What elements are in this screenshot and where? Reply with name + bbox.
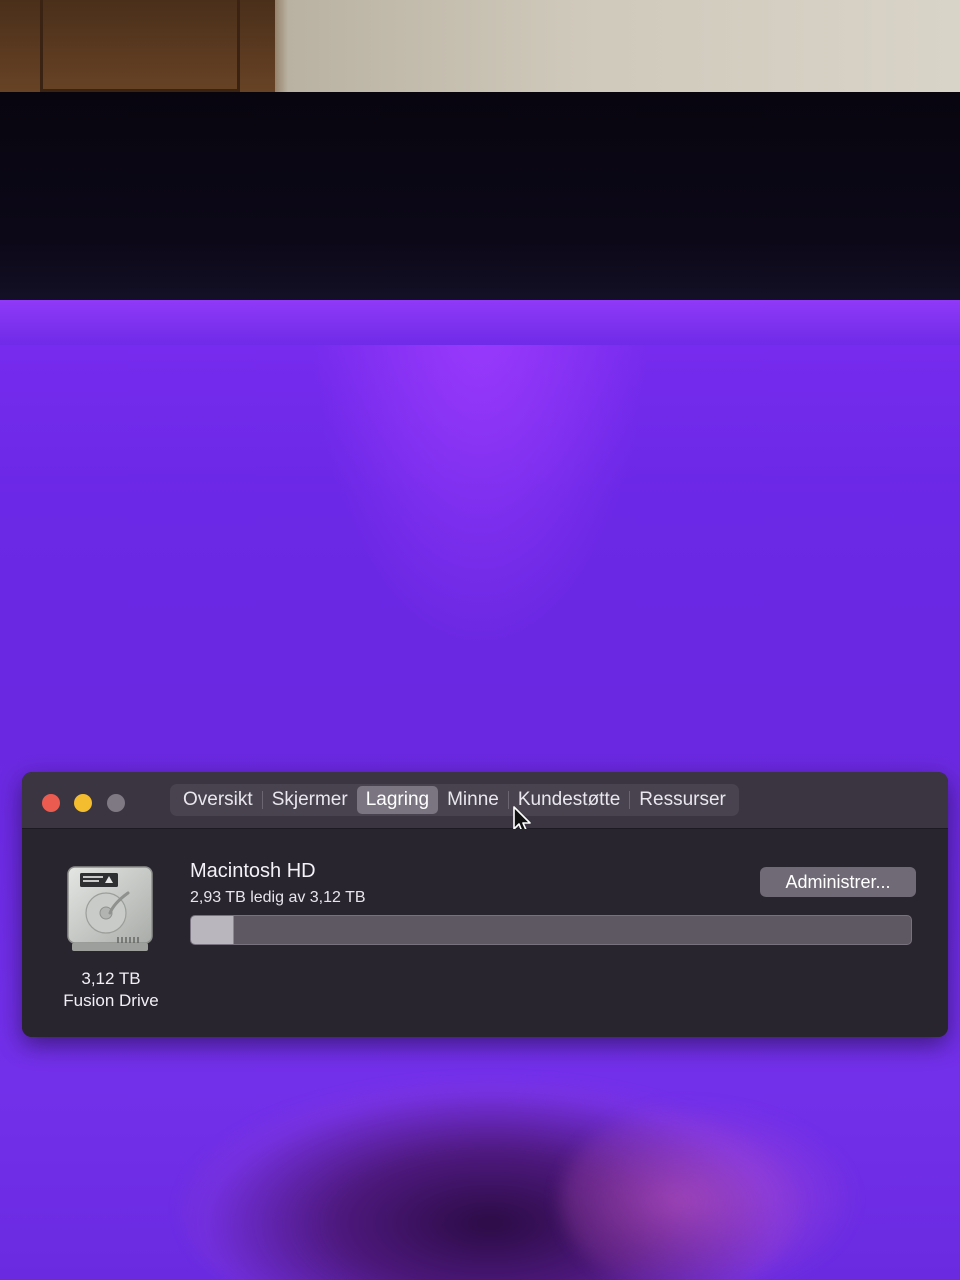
wallpaper-glow: [0, 300, 960, 345]
hard-drive-icon: [67, 866, 153, 951]
tab-oversikt[interactable]: Oversikt: [174, 786, 262, 814]
door-panel: [40, 0, 240, 92]
minimize-window-button[interactable]: [74, 794, 92, 812]
zoom-window-button[interactable]: [107, 794, 125, 812]
door: [0, 0, 275, 100]
storage-usage-bar: [190, 915, 912, 945]
storage-pane: 3,12 TB Fusion Drive Macintosh HD 2,93 T…: [22, 829, 948, 1037]
window-titlebar: Oversikt Skjermer Lagring Minne Kundestø…: [22, 772, 948, 835]
tab-bar: Oversikt Skjermer Lagring Minne Kundestø…: [170, 784, 739, 816]
disk-type: Fusion Drive: [63, 991, 159, 1010]
about-this-mac-window: Oversikt Skjermer Lagring Minne Kundestø…: [22, 772, 948, 1037]
tab-ressurser[interactable]: Ressurser: [630, 786, 735, 814]
photo-scene: Oversikt Skjermer Lagring Minne Kundestø…: [0, 0, 960, 1280]
close-window-button[interactable]: [42, 794, 60, 812]
tab-lagring[interactable]: Lagring: [356, 786, 439, 814]
disk-capacity: 3,12 TB: [81, 969, 141, 988]
storage-used-segment: [191, 916, 235, 944]
room-background: [0, 0, 960, 100]
volume-name: Macintosh HD: [190, 860, 316, 882]
tab-skjermer[interactable]: Skjermer: [263, 786, 357, 814]
monitor-bezel: [0, 92, 960, 304]
volume-free-space: 2,93 TB ledig av 3,12 TB: [190, 889, 366, 906]
manage-storage-button[interactable]: Administrer...: [760, 867, 916, 897]
tab-minne[interactable]: Minne: [438, 786, 508, 814]
